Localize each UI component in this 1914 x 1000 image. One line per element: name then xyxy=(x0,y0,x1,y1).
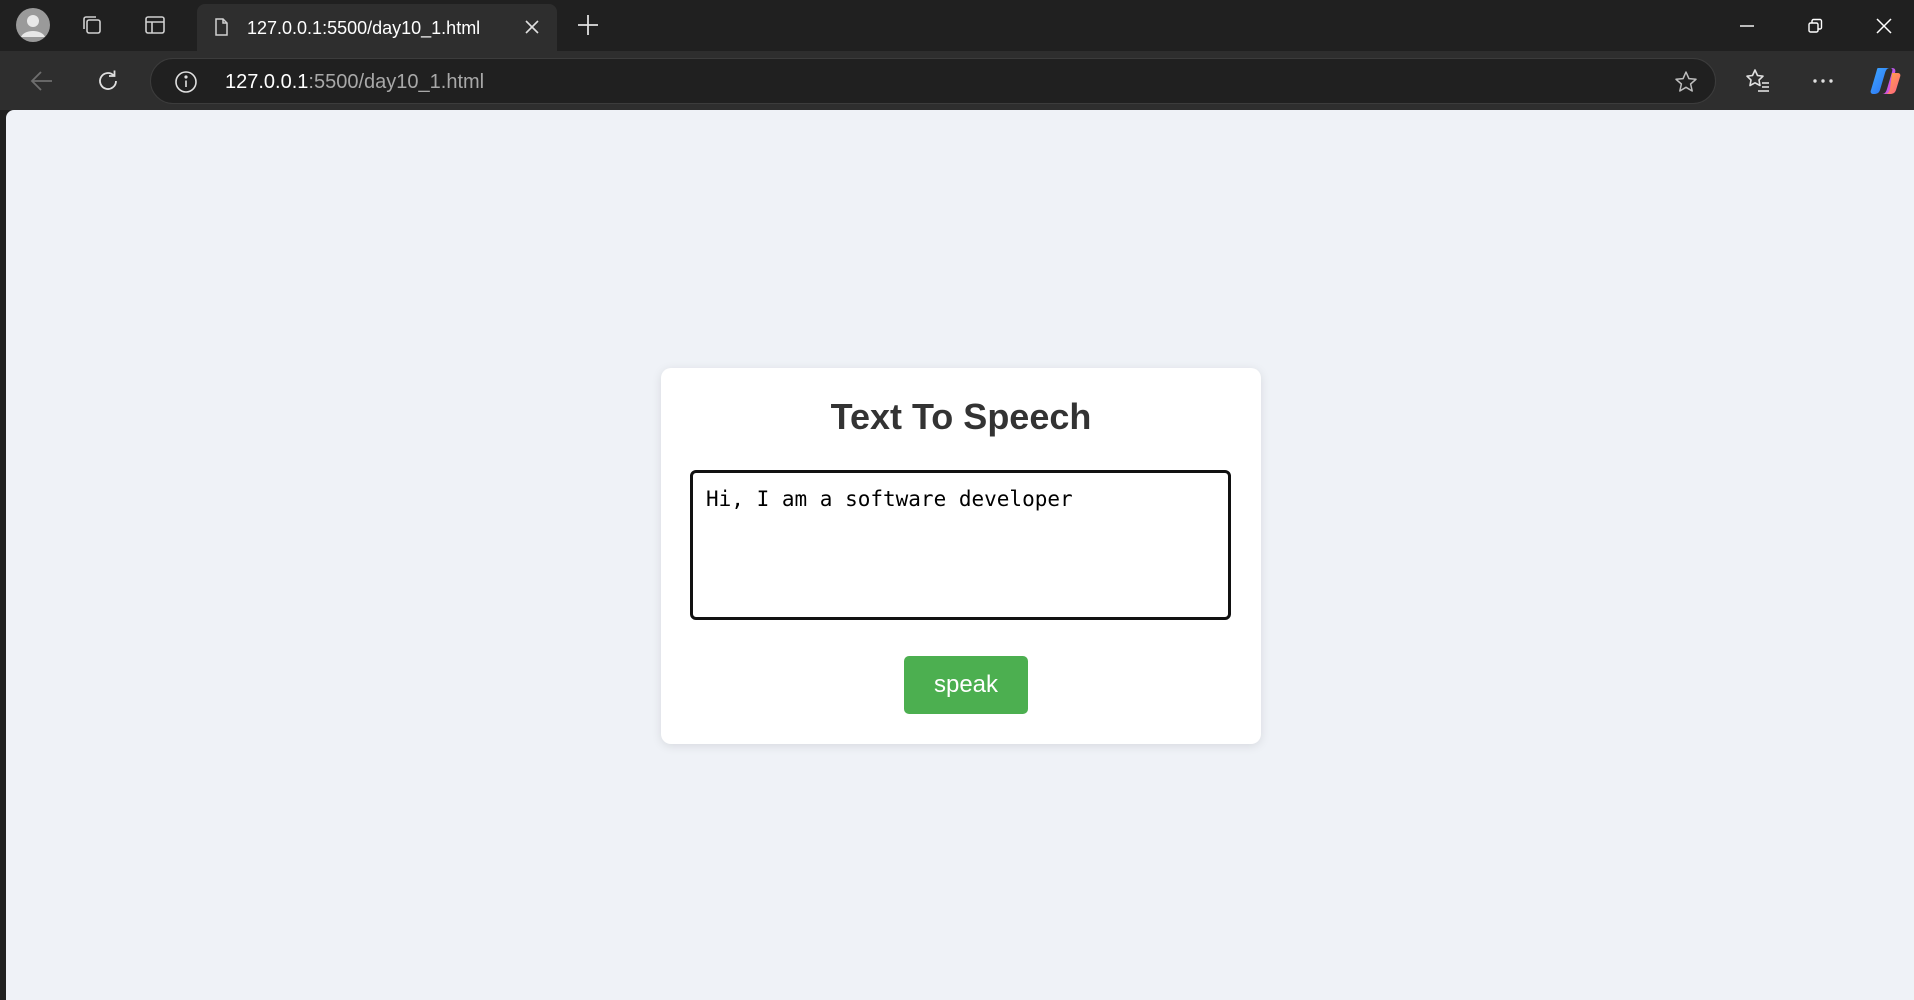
reload-icon xyxy=(99,70,117,90)
active-tab[interactable]: 127.0.0.1:5500/day10_1.html xyxy=(197,4,557,51)
window-close-button[interactable] xyxy=(1850,0,1914,51)
url-path: :5500/day10_1.html xyxy=(308,71,485,93)
page-icon xyxy=(215,18,228,36)
avatar-icon xyxy=(16,8,50,42)
tab-close-button[interactable] xyxy=(521,16,543,38)
new-tab-button[interactable] xyxy=(566,4,610,46)
tab-title: 127.0.0.1:5500/day10_1.html xyxy=(247,18,481,38)
url-host: 127.0.0.1 xyxy=(225,71,309,93)
star-icon xyxy=(1675,71,1697,92)
favorites-icon xyxy=(1746,69,1769,92)
minimize-icon xyxy=(1740,24,1754,27)
add-favorite-button[interactable] xyxy=(1673,69,1699,95)
workspaces-button[interactable] xyxy=(70,4,114,46)
close-icon xyxy=(1876,17,1892,34)
workspaces-icon xyxy=(83,16,101,34)
text-input-area[interactable] xyxy=(690,470,1231,620)
tab-actions-button[interactable] xyxy=(133,4,177,46)
url-text[interactable]: 127.0.0.1:5500/day10_1.html xyxy=(225,71,484,94)
browser-toolbar: 127.0.0.1:5500/day10_1.html xyxy=(0,51,1914,110)
tts-card: Text To Speech speak xyxy=(661,368,1261,744)
restore-icon xyxy=(1808,18,1823,33)
arrow-left-icon xyxy=(30,71,52,91)
more-icon xyxy=(1813,79,1833,83)
close-icon xyxy=(525,20,539,34)
minimize-button[interactable] xyxy=(1713,0,1781,51)
page-viewport: Text To Speech speak xyxy=(6,110,1914,1000)
page-title: Text To Speech xyxy=(830,396,1092,437)
more-options-button[interactable] xyxy=(1801,59,1845,103)
speak-button[interactable]: speak xyxy=(904,656,1028,714)
back-button[interactable] xyxy=(20,59,64,103)
favorites-button[interactable] xyxy=(1736,59,1780,103)
tab-actions-icon xyxy=(145,16,165,34)
plus-icon xyxy=(578,15,598,35)
restore-button[interactable] xyxy=(1781,0,1849,51)
copilot-button[interactable] xyxy=(1864,59,1908,103)
profile-avatar-button[interactable] xyxy=(11,4,55,46)
address-bar[interactable]: 127.0.0.1:5500/day10_1.html xyxy=(150,58,1716,104)
site-info-button[interactable] xyxy=(173,69,199,95)
info-icon xyxy=(175,71,197,93)
browser-tab-strip: 127.0.0.1:5500/day10_1.html xyxy=(0,0,1914,51)
reload-button[interactable] xyxy=(86,59,130,103)
copilot-icon xyxy=(1870,68,1901,94)
